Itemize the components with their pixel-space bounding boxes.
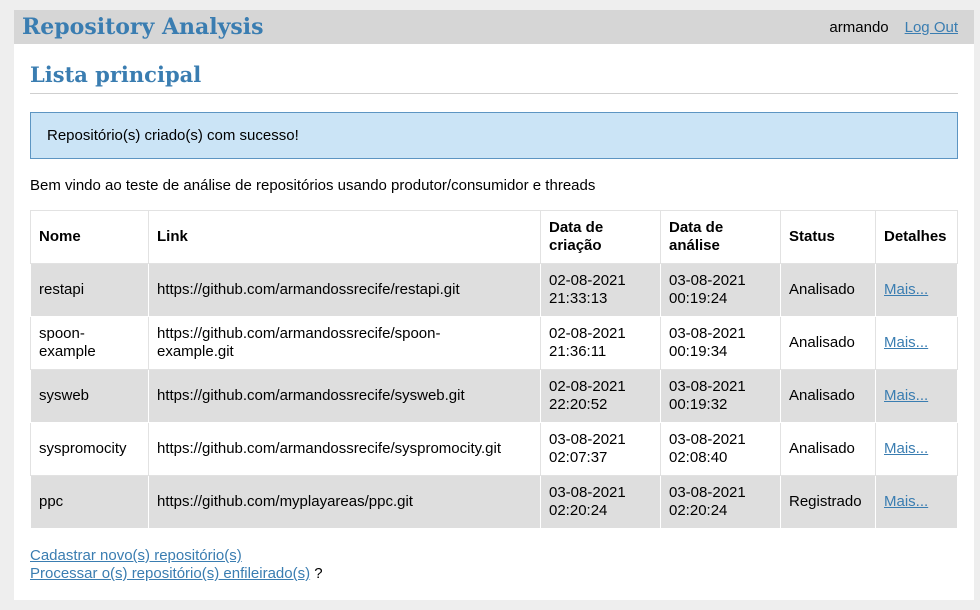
table-row: ppc https://github.com/myplayareas/ppc.g… bbox=[30, 475, 958, 529]
header-data-analise: Data de análise bbox=[660, 210, 781, 264]
table-header-row: Nome Link Data de criação Data de análise … bbox=[30, 210, 958, 264]
cell-nome: ppc bbox=[30, 475, 149, 529]
user-area: armando Log Out bbox=[829, 19, 958, 36]
header-status: Status bbox=[780, 210, 876, 264]
cell-detalhes: Mais... bbox=[875, 316, 958, 370]
username: armando bbox=[829, 18, 889, 36]
main-content: Lista principal Repositório(s) criado(s)… bbox=[14, 62, 974, 583]
cell-nome: spoon-example bbox=[30, 316, 149, 370]
table-row: spoon-example https://github.com/armando… bbox=[30, 316, 958, 370]
table-row: syspromocity https://github.com/armandos… bbox=[30, 422, 958, 476]
table-row: restapi https://github.com/armandossreci… bbox=[30, 263, 958, 317]
cell-link: https://github.com/armandossrecife/syspr… bbox=[148, 422, 541, 476]
process-queued-link[interactable]: Processar o(s) repositório(s) enfileirad… bbox=[30, 565, 310, 582]
question-mark: ? bbox=[314, 565, 323, 582]
footer-links: Cadastrar novo(s) repositório(s) Process… bbox=[30, 547, 958, 583]
alert-message: Repositório(s) criado(s) com sucesso! bbox=[47, 127, 299, 144]
cell-nome: restapi bbox=[30, 263, 149, 317]
logout-link[interactable]: Log Out bbox=[905, 19, 958, 36]
cell-data-criacao: 03-08-2021 02:20:24 bbox=[540, 475, 661, 529]
cell-data-analise: 03-08-2021 00:19:24 bbox=[660, 263, 781, 317]
cell-nome: sysweb bbox=[30, 369, 149, 423]
cell-data-criacao: 02-08-2021 21:33:13 bbox=[540, 263, 661, 317]
cell-detalhes: Mais... bbox=[875, 369, 958, 423]
cell-data-criacao: 02-08-2021 22:20:52 bbox=[540, 369, 661, 423]
app-frame: Repository Analysis armando Log Out List… bbox=[14, 10, 974, 600]
header-nome: Nome bbox=[30, 210, 149, 264]
page-title: Lista principal bbox=[30, 62, 958, 94]
cell-link: https://github.com/myplayareas/ppc.git bbox=[148, 475, 541, 529]
cell-status: Analisado bbox=[780, 263, 876, 317]
success-alert: Repositório(s) criado(s) com sucesso! bbox=[30, 112, 958, 159]
app-title: Repository Analysis bbox=[22, 14, 264, 40]
cell-data-analise: 03-08-2021 00:19:32 bbox=[660, 369, 781, 423]
cell-link: https://github.com/armandossrecife/syswe… bbox=[148, 369, 541, 423]
cell-nome: syspromocity bbox=[30, 422, 149, 476]
cell-data-analise: 03-08-2021 02:08:40 bbox=[660, 422, 781, 476]
table-row: sysweb https://github.com/armandossrecif… bbox=[30, 369, 958, 423]
header-detalhes: Detalhes bbox=[875, 210, 958, 264]
header-data-criacao: Data de criação bbox=[540, 210, 661, 264]
register-repositories-link[interactable]: Cadastrar novo(s) repositório(s) bbox=[30, 547, 242, 564]
cell-data-criacao: 02-08-2021 21:36:11 bbox=[540, 316, 661, 370]
cell-data-criacao: 03-08-2021 02:07:37 bbox=[540, 422, 661, 476]
cell-status: Analisado bbox=[780, 369, 876, 423]
repository-table: Nome Link Data de criação Data de análise … bbox=[30, 210, 958, 529]
cell-status: Registrado bbox=[780, 475, 876, 529]
cell-detalhes: Mais... bbox=[875, 475, 958, 529]
details-link[interactable]: Mais... bbox=[884, 387, 928, 404]
details-link[interactable]: Mais... bbox=[884, 281, 928, 298]
details-link[interactable]: Mais... bbox=[884, 334, 928, 351]
welcome-text: Bem vindo ao teste de análise de reposit… bbox=[30, 177, 596, 194]
cell-link: https://github.com/armandossrecife/spoon… bbox=[148, 316, 541, 370]
cell-detalhes: Mais... bbox=[875, 263, 958, 317]
header-link: Link bbox=[148, 210, 541, 264]
cell-data-analise: 03-08-2021 00:19:34 bbox=[660, 316, 781, 370]
details-link[interactable]: Mais... bbox=[884, 493, 928, 510]
cell-detalhes: Mais... bbox=[875, 422, 958, 476]
cell-status: Analisado bbox=[780, 316, 876, 370]
cell-link: https://github.com/armandossrecife/resta… bbox=[148, 263, 541, 317]
top-bar: Repository Analysis armando Log Out bbox=[14, 10, 974, 44]
details-link[interactable]: Mais... bbox=[884, 440, 928, 457]
cell-data-analise: 03-08-2021 02:20:24 bbox=[660, 475, 781, 529]
cell-status: Analisado bbox=[780, 422, 876, 476]
